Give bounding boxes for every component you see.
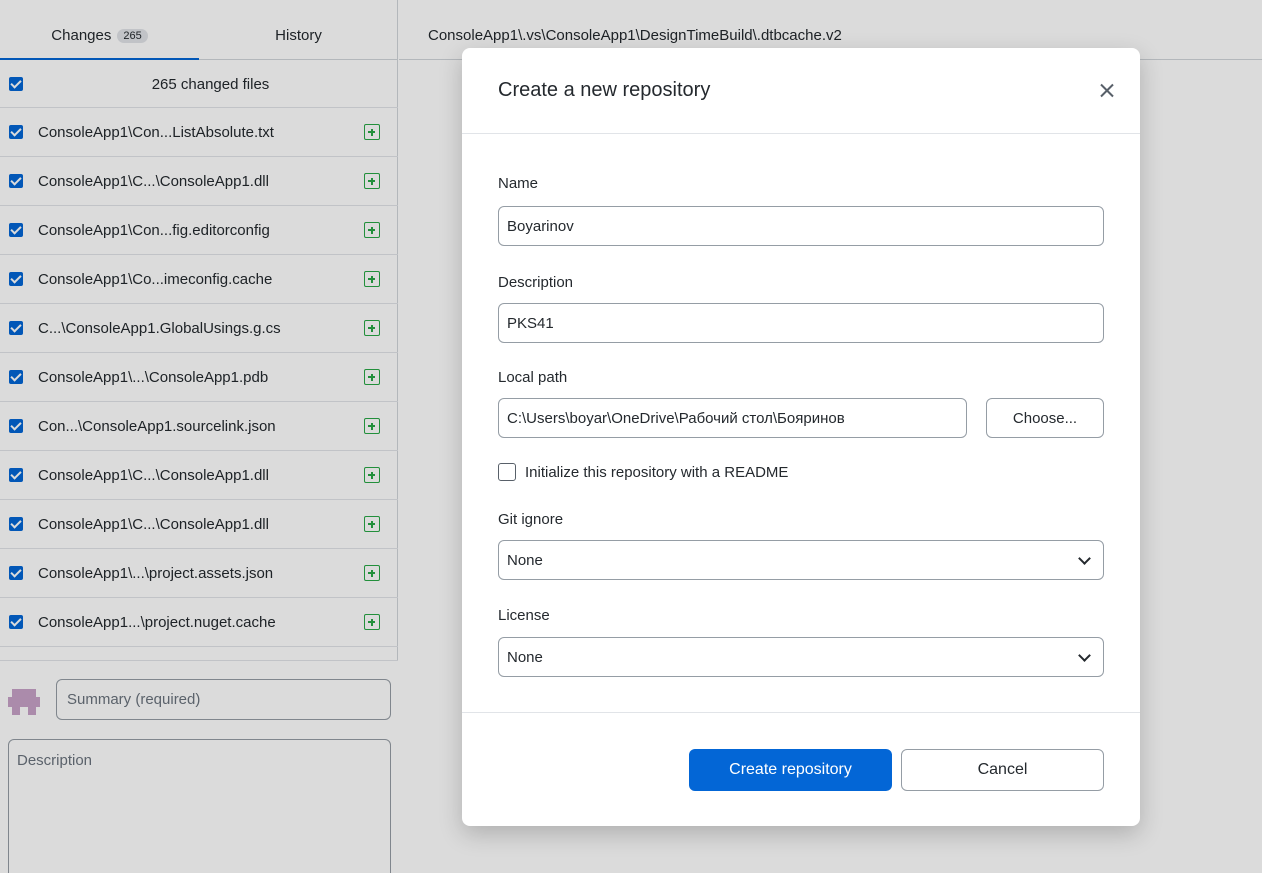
name-label: Name <box>498 175 539 192</box>
gitignore-label: Git ignore <box>498 511 564 528</box>
dialog-header: Create a new repository <box>462 48 1140 134</box>
create-repository-button[interactable]: Create repository <box>689 749 892 791</box>
license-value: None <box>507 648 543 666</box>
name-input[interactable]: Boyarinov <box>498 206 1104 246</box>
readme-label: Initialize this repository with a README <box>525 463 789 481</box>
choose-button[interactable]: Choose... <box>986 398 1104 438</box>
license-label: License <box>498 607 550 624</box>
readme-option[interactable]: Initialize this repository with a README <box>498 463 788 481</box>
dialog-title: Create a new repository <box>498 79 711 101</box>
chevron-down-icon <box>1078 552 1091 565</box>
local-path-input[interactable]: C:\Users\boyar\OneDrive\Рабочий стол\Боя… <box>498 398 967 438</box>
description-input[interactable]: PKS41 <box>498 303 1104 343</box>
license-select[interactable]: None <box>498 637 1104 677</box>
close-icon[interactable] <box>1100 83 1114 97</box>
readme-checkbox[interactable] <box>498 463 516 481</box>
gitignore-value: None <box>507 551 543 569</box>
local-path-label: Local path <box>498 369 568 386</box>
gitignore-select[interactable]: None <box>498 540 1104 580</box>
cancel-button[interactable]: Cancel <box>901 749 1104 791</box>
description-label: Description <box>498 274 574 291</box>
create-repository-dialog: Create a new repository Name Boyarinov D… <box>462 48 1140 826</box>
chevron-down-icon <box>1078 649 1091 662</box>
dialog-footer: Create repository Cancel <box>462 712 1140 826</box>
